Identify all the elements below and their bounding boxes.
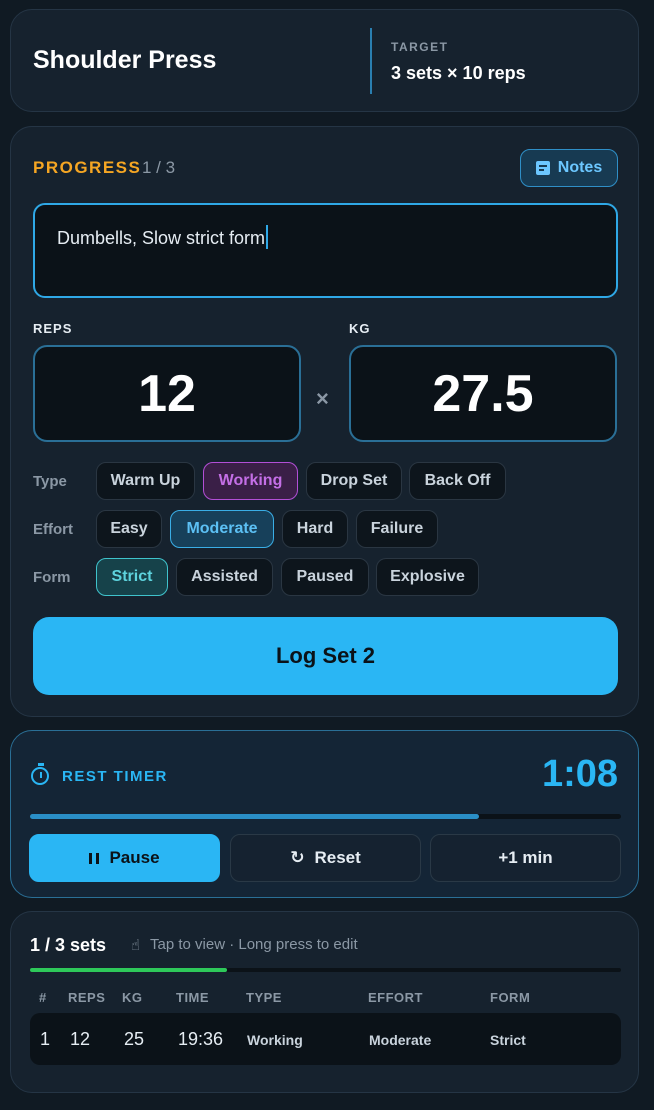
form-label: Form — [33, 569, 71, 586]
notes-icon — [535, 161, 550, 175]
pause-button-label: Pause — [109, 848, 160, 867]
column-header-time: TIME — [176, 990, 210, 1005]
type-chip-back-off[interactable]: Back Off — [409, 462, 506, 500]
sets-progress-track — [30, 968, 621, 972]
reset-button[interactable]: ↻ Reset — [230, 834, 421, 882]
reps-label: REPS — [33, 321, 73, 336]
effort-chip-easy[interactable]: Easy — [96, 510, 162, 548]
target-label: TARGET — [391, 40, 449, 54]
rest-timer-progress-fill — [30, 814, 480, 819]
sets-progress-fill — [30, 968, 227, 972]
tap-icon: ☝ — [131, 937, 141, 954]
reset-icon: ↻ — [290, 848, 305, 867]
cell-form: Strict — [490, 1032, 526, 1048]
rest-timer-value: 1:08 — [541, 753, 618, 795]
cell-kg: 25 — [124, 1029, 145, 1049]
effort-chip-moderate[interactable]: Moderate — [170, 510, 274, 548]
times-symbol: × — [316, 386, 329, 411]
cell-time: 19:36 — [178, 1029, 224, 1049]
column-header-number: # — [39, 990, 47, 1005]
target-value: 3 sets × 10 reps — [391, 63, 526, 83]
text-caret — [266, 225, 269, 249]
kg-value: 27.5 — [432, 364, 534, 423]
column-header-kg: KG — [122, 990, 143, 1005]
form-chip-strict[interactable]: Strict — [96, 558, 168, 596]
add-minute-button-label: +1 min — [498, 848, 553, 867]
notes-input[interactable]: Dumbells, Slow strict form — [33, 203, 618, 298]
rest-timer-card: REST TIMER 1:08 Pause ↻ Reset +1 min — [10, 730, 639, 898]
form-chip-assisted[interactable]: Assisted — [176, 558, 273, 596]
exercise-header-card: Shoulder Press TARGET 3 sets × 10 reps — [10, 9, 639, 112]
header-divider — [370, 28, 372, 94]
effort-label: Effort — [33, 521, 73, 538]
effort-chip-failure[interactable]: Failure — [356, 510, 438, 548]
reps-input[interactable]: 12 — [33, 345, 301, 442]
type-chip-drop-set[interactable]: Drop Set — [306, 462, 402, 500]
log-set-button[interactable]: Log Set 2 — [33, 617, 618, 695]
add-minute-button[interactable]: +1 min — [430, 834, 621, 882]
notes-button[interactable]: Notes — [520, 149, 618, 187]
column-header-form: FORM — [490, 990, 531, 1005]
table-row[interactable]: 1 12 25 19:36 Working Moderate Strict — [30, 1013, 621, 1065]
form-chip-explosive[interactable]: Explosive — [376, 558, 479, 596]
form-chip-paused[interactable]: Paused — [281, 558, 369, 596]
sets-hint: Tap to view · Long press to edit — [150, 936, 358, 953]
exercise-title: Shoulder Press — [33, 46, 217, 74]
cell-effort: Moderate — [369, 1032, 432, 1048]
progress-card: PROGRESS 1 / 3 Notes Dumbells, Slow stri… — [10, 126, 639, 717]
notes-text: Dumbells, Slow strict form — [57, 228, 266, 248]
timer-icon — [31, 763, 49, 785]
cell-reps: 12 — [70, 1029, 91, 1049]
reps-value: 12 — [138, 364, 196, 423]
pause-button[interactable]: Pause — [29, 834, 220, 882]
notes-button-label: Notes — [557, 159, 603, 176]
rest-timer-progress-track — [30, 814, 621, 819]
column-header-effort: EFFORT — [368, 990, 423, 1005]
progress-label: PROGRESS — [33, 158, 142, 177]
type-label: Type — [33, 473, 67, 490]
pause-icon — [89, 852, 100, 864]
type-chip-working[interactable]: Working — [203, 462, 298, 500]
cell-type: Working — [247, 1032, 303, 1048]
kg-label: KG — [349, 321, 371, 336]
sets-count: 1 / 3 sets — [30, 935, 107, 955]
kg-input[interactable]: 27.5 — [349, 345, 617, 442]
column-header-reps: REPS — [68, 990, 106, 1005]
effort-chip-hard[interactable]: Hard — [282, 510, 348, 548]
reset-button-label: Reset — [314, 848, 361, 867]
progress-count: 1 / 3 — [142, 158, 176, 177]
column-header-type: TYPE — [246, 990, 282, 1005]
type-chip-warm-up[interactable]: Warm Up — [96, 462, 195, 500]
rest-timer-label: REST TIMER — [62, 768, 168, 785]
sets-log-card: 1 / 3 sets ☝ Tap to view · Long press to… — [10, 911, 639, 1093]
cell-set-number: 1 — [40, 1029, 51, 1049]
